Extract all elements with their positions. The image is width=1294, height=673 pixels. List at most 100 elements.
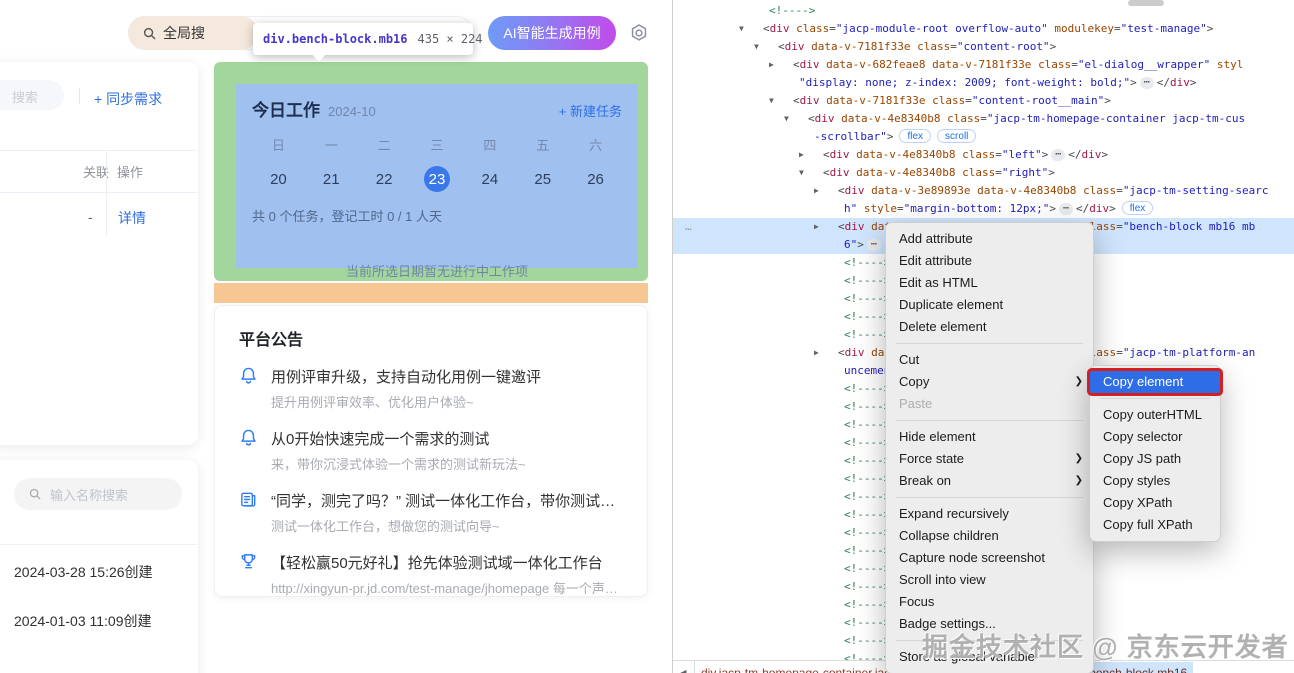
collapsed-arrow-icon[interactable]: ▶ — [769, 56, 774, 74]
tree-row[interactable]: "display: none; z-index: 2009; font-weig… — [673, 74, 1294, 92]
ai-generate-button[interactable]: AI智能生成用例 — [488, 16, 616, 50]
date-cell[interactable]: 20 — [265, 166, 291, 192]
tree-token: "jacp-tm-homepage-container jacp-tm-cus — [986, 112, 1246, 125]
submenu-item-copy-outerhtml[interactable]: Copy outerHTML — [1090, 404, 1220, 426]
tree-token: "right" — [1001, 166, 1049, 179]
tree-token: > — [1049, 202, 1056, 215]
submenu-item-copy-styles[interactable]: Copy styles — [1090, 470, 1220, 492]
tree-token: <!----> — [844, 292, 891, 305]
date-cell[interactable]: 21 — [318, 166, 344, 192]
menu-item-capture-node-screenshot[interactable]: Capture node screenshot — [886, 547, 1093, 569]
tree-token: <!----> — [844, 274, 891, 287]
tree-row-text: <div data-v-3e89893e data-v-4e8340b8 cla… — [673, 182, 1294, 200]
collapsed-arrow-icon[interactable]: ▶ — [814, 182, 819, 200]
detail-link[interactable]: 详情 — [118, 208, 146, 228]
tree-row[interactable]: h" style="margin-bottom: 12px;"> ⋯ </div> f… — [673, 200, 1294, 218]
tree-token: "left" — [1001, 148, 1042, 161]
announcement-item[interactable]: “同学，测完了吗？” 测试一体化工作台，带你测试不迷... 测试一体化工作台，想做… — [239, 490, 623, 535]
tree-row[interactable]: ▼ <div data-v-4e8340b8 class="jacp-tm-hom… — [673, 110, 1294, 128]
tree-token: > — [1206, 22, 1214, 35]
tree-token: data-v-7181f33e — [811, 40, 911, 53]
announcement-item[interactable]: 【轻松赢50元好礼】抢先体验测试域一体化工作台 http://xingyun-pr… — [239, 552, 623, 597]
announcement-item[interactable]: 从0开始快速完成一个需求的测试 来，带你沉浸式体验一个需求的测试新玩法~ — [239, 428, 623, 473]
new-task-link[interactable]: + 新建任务 — [559, 101, 622, 120]
sync-requirements-link[interactable]: + 同步需求 — [94, 89, 162, 109]
name-search-input[interactable]: 输入名称搜索 — [14, 478, 182, 510]
menu-item-scroll-into-view[interactable]: Scroll into view — [886, 569, 1093, 591]
announcement-item[interactable]: 用例评审升级，支持自动化用例一键邀评 提升用例评审效率、优化用户体验~ — [239, 366, 623, 411]
date-cell[interactable]: 25 — [530, 166, 556, 192]
menu-item-paste[interactable]: Paste — [886, 393, 1093, 415]
tree-row[interactable]: ▼ <div data-v-7181f33e class="content-roo… — [673, 92, 1294, 110]
menu-item-cut[interactable]: Cut — [886, 349, 1093, 371]
collapsed-arrow-icon[interactable]: ▶ — [814, 218, 819, 236]
calendar-summary: 共 0 个任务，登记工时 0 / 1 人天 — [252, 209, 442, 224]
expanded-arrow-icon[interactable]: ▼ — [769, 92, 774, 110]
announcements-title: 平台公告 — [239, 332, 304, 349]
expand-ellipsis-icon[interactable]: ⋯ — [1051, 149, 1066, 161]
tree-token: <!----> — [769, 4, 816, 17]
date-cell[interactable]: 22 — [371, 166, 397, 192]
layout-badge[interactable]: flex — [899, 129, 932, 143]
tree-token: class — [796, 22, 830, 35]
menu-item-copy[interactable]: Copy ❯ — [886, 371, 1093, 393]
global-search-hot[interactable]: 全局搜 — [128, 16, 258, 50]
expanded-arrow-icon[interactable]: ▼ — [784, 110, 789, 128]
collapsed-arrow-icon[interactable]: ▶ — [799, 146, 804, 164]
menu-item-expand-recursively[interactable]: Expand recursively — [886, 503, 1093, 525]
tree-token: class — [947, 112, 981, 125]
menu-item-focus[interactable]: Focus — [886, 591, 1093, 613]
expand-ellipsis-icon[interactable]: ⋯ — [1058, 203, 1073, 215]
menu-item-edit-as-html[interactable]: Edit as HTML — [886, 272, 1093, 294]
weekday-cell: 日 — [271, 138, 285, 153]
menu-separator — [1100, 398, 1210, 399]
tree-row[interactable]: ▼ <div data-v-4e8340b8 class="right"> — [673, 164, 1294, 182]
submenu-item-copy-xpath[interactable]: Copy XPath — [1090, 492, 1220, 514]
tree-token: <!----> — [844, 400, 891, 413]
layout-badge[interactable]: scroll — [937, 129, 977, 143]
tree-token: data-v-7181f33e — [932, 58, 1032, 71]
expanded-arrow-icon[interactable]: ▼ — [754, 38, 759, 56]
menu-item-add-attribute[interactable]: Add attribute — [886, 228, 1093, 250]
row-actions-icon[interactable]: … — [685, 218, 693, 236]
submenu-item-copy-element[interactable]: Copy element — [1090, 371, 1220, 393]
tree-token: h" — [844, 202, 858, 215]
breadcrumb-back-button[interactable]: ◀ — [673, 661, 695, 673]
menu-item-hide-element[interactable]: Hide element — [886, 426, 1093, 448]
menu-item-collapse-children[interactable]: Collapse children — [886, 525, 1093, 547]
date-cell-selected[interactable]: 23 — [423, 166, 450, 192]
tree-row[interactable]: ▼ <div class="jacp-module-root overflow-a… — [673, 20, 1294, 38]
menu-item-force-state[interactable]: Force state ❯ — [886, 448, 1093, 470]
layout-badge[interactable]: flex — [1121, 201, 1154, 215]
doc-icon — [241, 492, 256, 507]
tree-row-text: <div data-v-4e8340b8 class="right"> — [673, 164, 1294, 182]
expand-ellipsis-icon[interactable]: ⋯ — [866, 239, 881, 251]
expand-ellipsis-icon[interactable]: ⋯ — [1139, 77, 1154, 89]
tree-token: < — [763, 22, 770, 35]
menu-item-edit-attribute[interactable]: Edit attribute — [886, 250, 1093, 272]
menu-item-break-on[interactable]: Break on ❯ — [886, 470, 1093, 492]
tree-row[interactable]: -scrollbar"> flex scroll — [673, 128, 1294, 146]
tree-row[interactable]: ▼ <div data-v-7181f33e class="content-roo… — [673, 38, 1294, 56]
menu-item-delete-element[interactable]: Delete element — [886, 316, 1093, 338]
tree-row[interactable]: ▶ <div data-v-3e89893e data-v-4e8340b8 cl… — [673, 182, 1294, 200]
list-item[interactable]: 2024-03-28 15:26创建 — [14, 562, 153, 582]
collapsed-arrow-icon[interactable]: ▶ — [814, 344, 819, 362]
list-item[interactable]: 2024-01-03 11:09创建 — [14, 611, 152, 631]
submenu-item-copy-selector[interactable]: Copy selector — [1090, 426, 1220, 448]
date-cell[interactable]: 24 — [477, 166, 503, 192]
tree-token: <!----> — [844, 418, 891, 431]
tree-row[interactable]: ▶ <div data-v-4e8340b8 class="left"> ⋯ </di… — [673, 146, 1294, 164]
tree-row[interactable]: ▶ <div data-v-682feae8 data-v-7181f33e cl… — [673, 56, 1294, 74]
expanded-arrow-icon[interactable]: ▼ — [739, 20, 744, 38]
menu-item-duplicate-element[interactable]: Duplicate element — [886, 294, 1093, 316]
submenu-item-copy-full-xpath[interactable]: Copy full XPath — [1090, 514, 1220, 536]
gear-icon[interactable] — [629, 23, 649, 43]
tree-row[interactable]: <!----> — [673, 2, 1294, 20]
submenu-item-copy-js-path[interactable]: Copy JS path — [1090, 448, 1220, 470]
scrollbar-thumb[interactable] — [1128, 0, 1164, 6]
tree-token: "jacp-tm-platform-an — [1122, 346, 1256, 359]
tree-token: div — [844, 346, 865, 359]
date-cell[interactable]: 26 — [583, 166, 609, 192]
expanded-arrow-icon[interactable]: ▼ — [799, 164, 804, 182]
